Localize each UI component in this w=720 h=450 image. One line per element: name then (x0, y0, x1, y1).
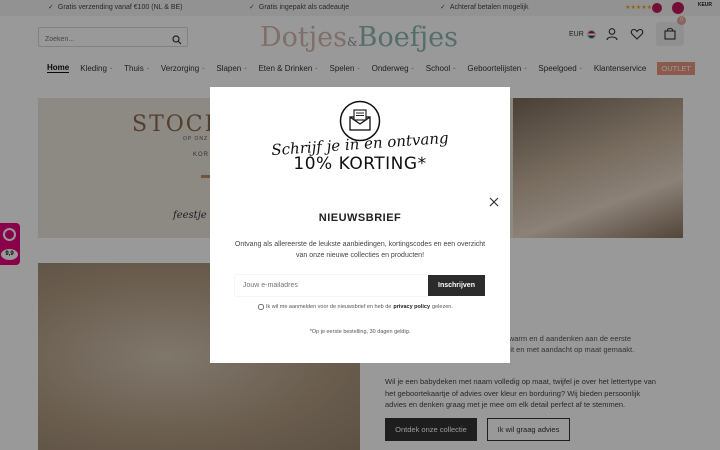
consent-row: Ik wil me aanmelden voor de nieuwsbrief … (258, 304, 478, 310)
close-icon[interactable] (488, 195, 500, 207)
discount-headline: 10% KORTING* (293, 154, 427, 174)
consent-checkbox[interactable] (258, 304, 264, 310)
email-field[interactable] (235, 275, 428, 296)
privacy-policy-link[interactable]: privacy policy (393, 304, 430, 310)
discount-footnote: *Op je eerste bestelling, 30 dagen geldi… (309, 329, 411, 335)
consent-text: Ik wil me aanmelden voor de nieuwsbrief … (266, 304, 392, 310)
modal-title: NIEUWSBRIEF (318, 212, 402, 224)
subscribe-button[interactable]: Inschrijven (428, 275, 485, 296)
newsletter-modal: Schrijf je in en ontvang 10% KORTING* NI… (210, 87, 510, 363)
consent-suffix: gelezen. (432, 304, 453, 310)
modal-description: Ontvang als allereerste de leukste aanbi… (234, 241, 486, 259)
